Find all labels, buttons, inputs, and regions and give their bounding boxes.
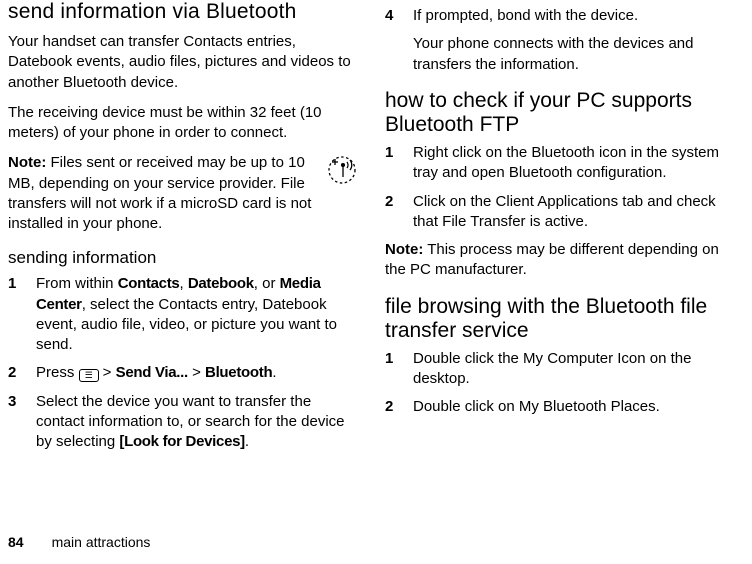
- file-browsing-steps: Double click the My Computer Icon on the…: [385, 349, 734, 418]
- step-3: Select the device you want to transfer t…: [8, 392, 357, 453]
- note-text: Note: Files sent or received may be up t…: [8, 153, 317, 234]
- pc-step2-text: Click on the Client Applications tab and…: [413, 192, 734, 233]
- step1-sep2: , or: [254, 275, 280, 292]
- step4-line1: If prompted, bond with the device.: [413, 6, 734, 26]
- heading-send-bluetooth: send information via Bluetooth: [8, 0, 357, 24]
- step1-pre: From within: [36, 275, 118, 292]
- step1-post: , select the Contacts entry, Datebook ev…: [36, 296, 337, 354]
- step1-sep1: ,: [179, 275, 187, 292]
- pc-step-2: Click on the Client Applications tab and…: [385, 192, 734, 233]
- step-1: From within Contacts, Datebook, or Media…: [8, 274, 357, 355]
- pc-note: Note: This process may be different depe…: [385, 240, 734, 281]
- step1-contacts: Contacts: [118, 275, 180, 292]
- left-column: send information via Bluetooth Your hand…: [8, 0, 357, 528]
- note-label: Note:: [8, 154, 46, 171]
- intro-para-1: Your handset can transfer Contacts entri…: [8, 32, 357, 93]
- heading-sending-information: sending information: [8, 248, 357, 268]
- antenna-plus-icon: [327, 153, 357, 190]
- menu-key-icon: ☰: [79, 369, 99, 382]
- step2-press: Press: [36, 364, 79, 381]
- step2-gt2: >: [188, 364, 205, 381]
- pc-note-body: This process may be different depending …: [385, 241, 719, 278]
- step4-line2: Your phone connects with the devices and…: [413, 34, 734, 75]
- page-footer: 84 main attractions: [8, 528, 734, 550]
- pc-step-1: Right click on the Bluetooth icon in the…: [385, 143, 734, 184]
- fb-step-2: Double click on My Bluetooth Places.: [385, 397, 734, 417]
- step3-look: [Look for Devices]: [119, 433, 244, 450]
- intro-para-2: The receiving device must be within 32 f…: [8, 103, 357, 144]
- sending-steps-continued: If prompted, bond with the device. Your …: [385, 6, 734, 75]
- pc-note-label: Note:: [385, 241, 423, 258]
- fb-step1-text: Double click the My Computer Icon on the…: [413, 349, 734, 390]
- step2-gt1: >: [99, 364, 116, 381]
- step2-sendvia: Send Via...: [116, 364, 188, 381]
- fb-step-1: Double click the My Computer Icon on the…: [385, 349, 734, 390]
- sending-steps: From within Contacts, Datebook, or Media…: [8, 274, 357, 452]
- step-4: If prompted, bond with the device. Your …: [385, 6, 734, 75]
- step-2: Press ☰ > Send Via... > Bluetooth.: [8, 363, 357, 383]
- step2-dot: .: [272, 364, 276, 381]
- note-body: Files sent or received may be up to 10 M…: [8, 154, 311, 232]
- pc-ftp-steps: Right click on the Bluetooth icon in the…: [385, 143, 734, 232]
- section-title: main attractions: [52, 534, 151, 550]
- heading-file-browsing: file browsing with the Bluetooth file tr…: [385, 295, 734, 343]
- step2-bluetooth: Bluetooth: [205, 364, 272, 381]
- heading-pc-ftp: how to check if your PC supports Bluetoo…: [385, 89, 734, 137]
- step3-dot: .: [245, 433, 249, 450]
- note-row: Note: Files sent or received may be up t…: [8, 153, 357, 234]
- pc-step1-text: Right click on the Bluetooth icon in the…: [413, 143, 734, 184]
- right-column: If prompted, bond with the device. Your …: [385, 0, 734, 528]
- page-body: send information via Bluetooth Your hand…: [8, 0, 734, 528]
- fb-step2-text: Double click on My Bluetooth Places.: [413, 397, 734, 417]
- page-number: 84: [8, 534, 24, 550]
- step1-datebook: Datebook: [188, 275, 254, 292]
